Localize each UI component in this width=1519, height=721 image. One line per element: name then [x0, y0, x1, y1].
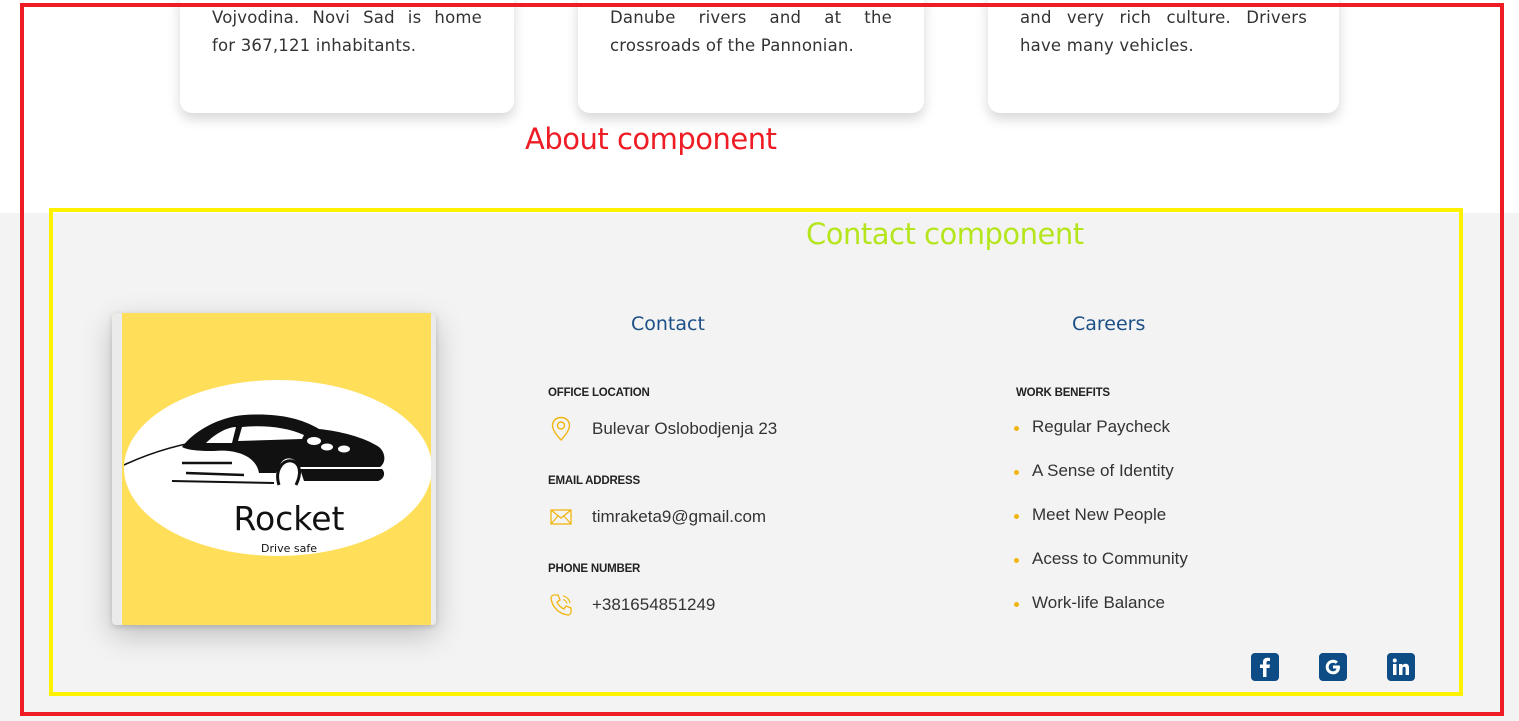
about-component-label: About component: [525, 122, 777, 156]
contact-component-outline: [49, 208, 1463, 696]
contact-component-label: Contact component: [806, 217, 1084, 251]
